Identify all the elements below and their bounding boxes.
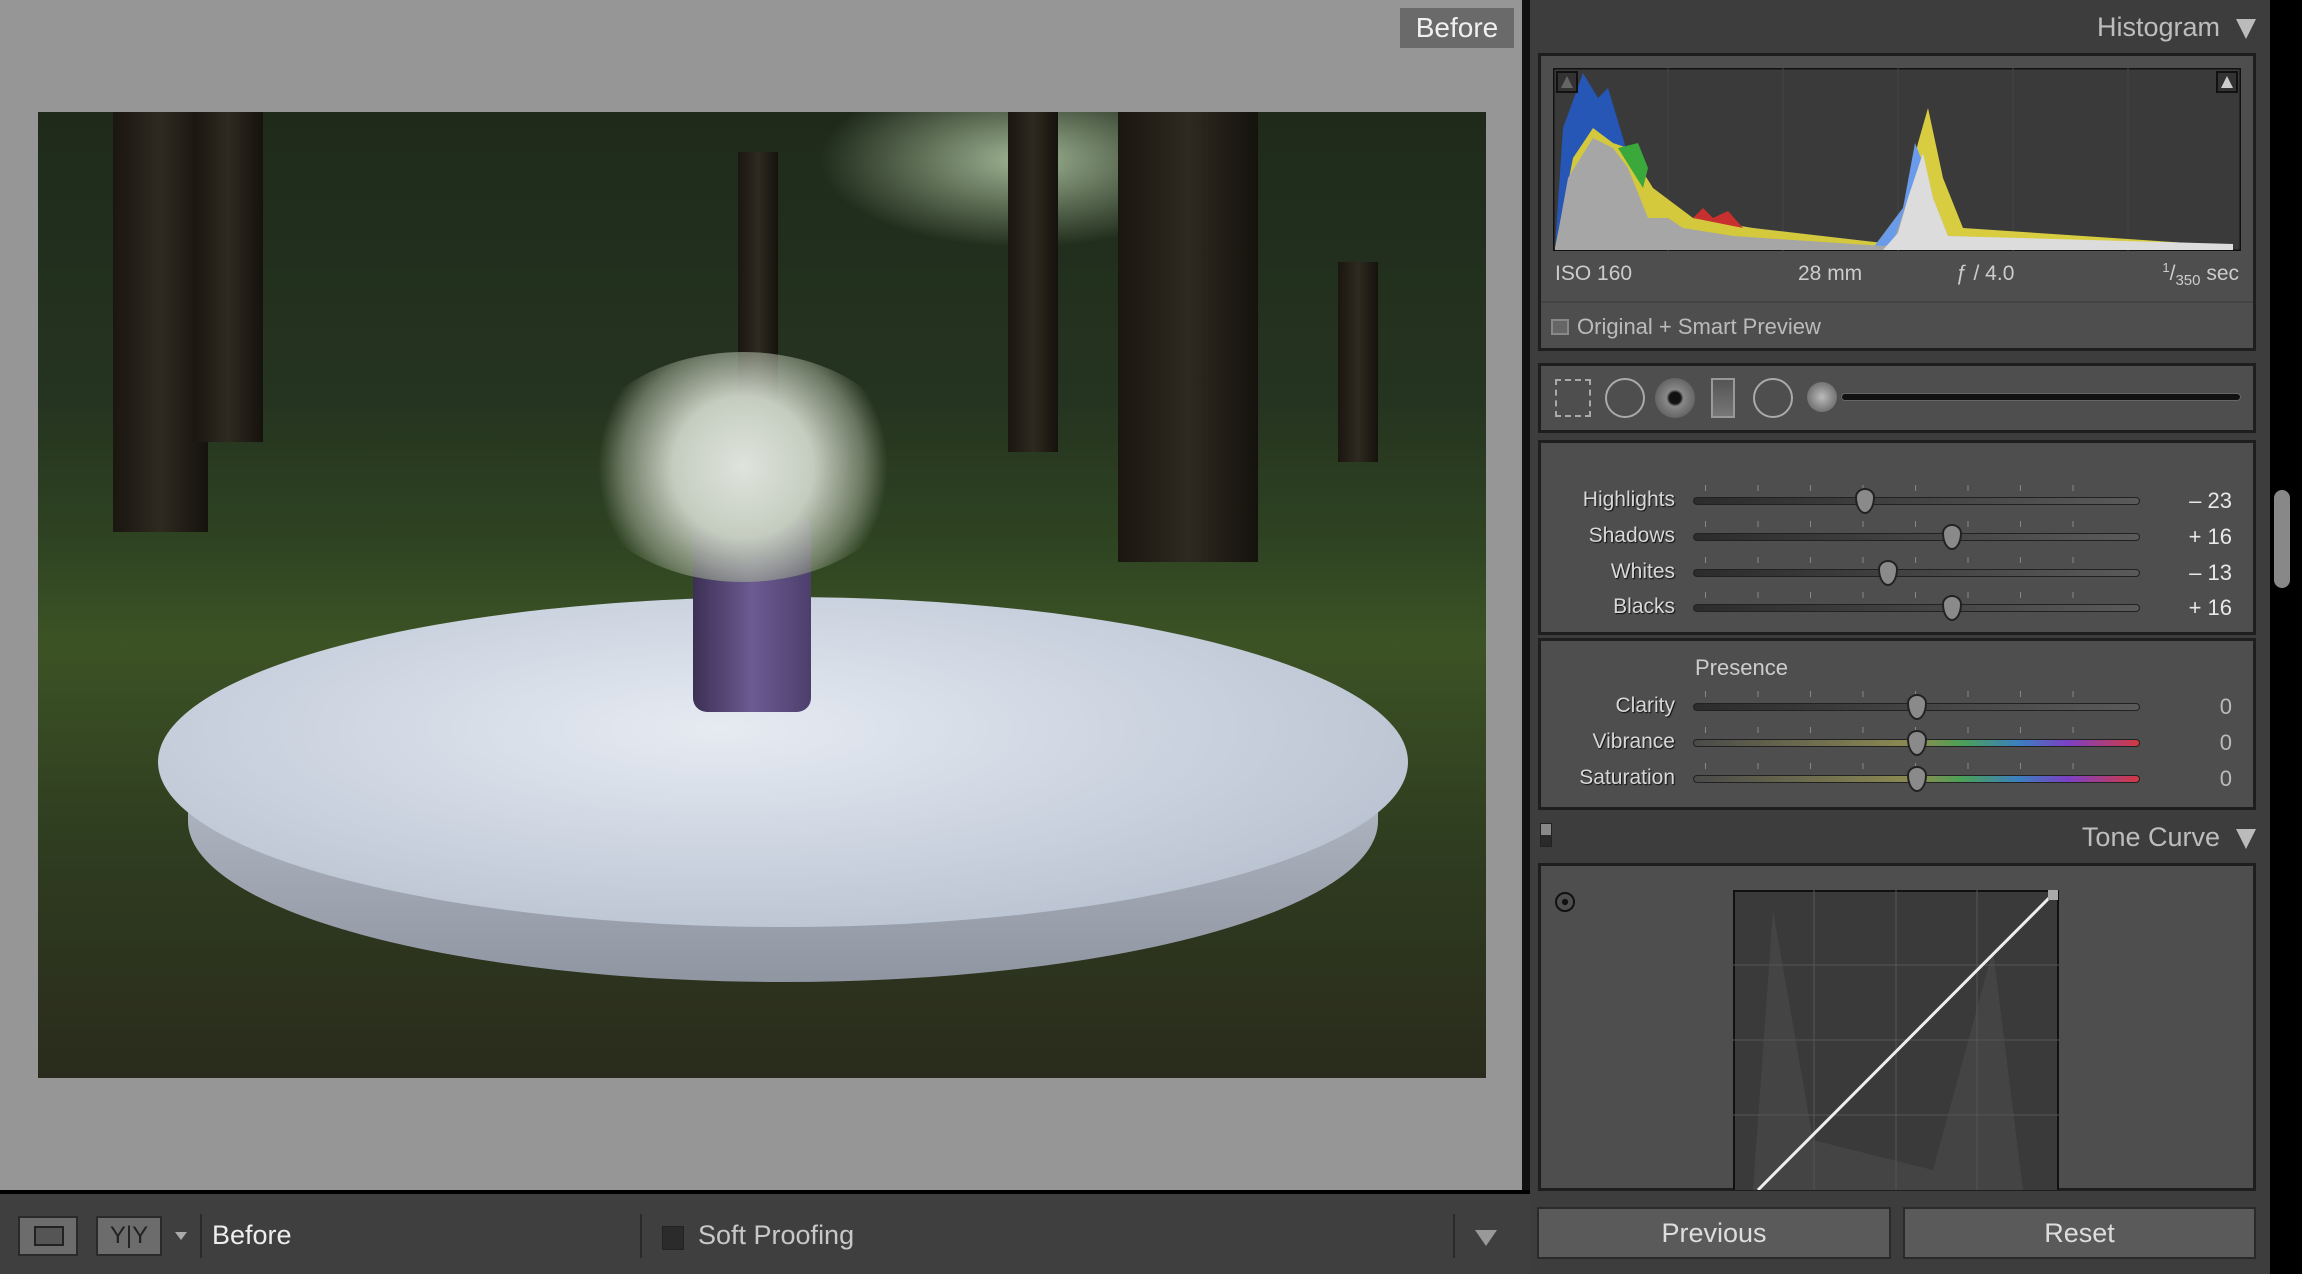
view-mode-label: Before [212, 1220, 292, 1250]
scrollbar-thumb[interactable] [2274, 490, 2290, 588]
slider-ticks [1705, 592, 2125, 598]
blacks-value[interactable]: + 16 [2152, 595, 2232, 621]
slider-ticks [1705, 557, 2125, 563]
saturation-label: Saturation [1579, 766, 1675, 789]
toolbar-menu-chevron-icon[interactable] [1475, 1230, 1497, 1246]
saturation-slider[interactable] [1693, 766, 2140, 792]
shadows-label: Shadows [1588, 524, 1675, 547]
develop-panel: Histogram ISO 160 28 mm ƒ / 4.0 1/350 se… [1530, 0, 2270, 1274]
shutter-readout: 1/350 sec [2162, 260, 2239, 290]
soft-proofing-label[interactable]: Soft Proofing [698, 1220, 854, 1251]
crop-overlay-icon[interactable] [1555, 379, 1591, 417]
whites-slider[interactable] [1693, 560, 2140, 586]
tone-curve-toggle[interactable] [1540, 823, 1552, 847]
panel-scrollbar[interactable] [2270, 0, 2302, 1274]
histogram-header[interactable]: Histogram [2097, 12, 2256, 43]
divider [200, 1214, 202, 1258]
photo-preview[interactable] [38, 112, 1486, 1078]
tone-curve-header[interactable]: Tone Curve [2082, 822, 2256, 853]
shadows-value[interactable]: + 16 [2152, 524, 2232, 550]
presence-title: Presence [1695, 655, 1788, 680]
whites-label: Whites [1610, 560, 1675, 583]
graduated-filter-icon[interactable] [1711, 378, 1735, 418]
blacks-slider[interactable] [1693, 595, 2140, 621]
saturation-value[interactable]: 0 [2152, 766, 2232, 792]
collapse-triangle-icon[interactable] [2236, 828, 2256, 849]
blacks-label: Blacks [1613, 595, 1675, 618]
highlights-label: Highlights [1582, 488, 1675, 511]
smart-preview-status[interactable]: Original + Smart Preview [1577, 314, 1821, 340]
clarity-value[interactable]: 0 [2152, 694, 2232, 720]
histogram-title: Histogram [2096, 12, 2220, 42]
loupe-view-button[interactable] [18, 1216, 78, 1256]
slider-ticks [1705, 521, 2125, 527]
adjustment-brush-icon[interactable] [1807, 382, 1837, 412]
iso-readout: ISO 160 [1555, 262, 1633, 285]
highlights-value[interactable]: – 23 [2152, 488, 2232, 514]
vibrance-label: Vibrance [1592, 730, 1675, 753]
reset-button[interactable]: Reset [1903, 1207, 2256, 1259]
soft-proofing-checkbox[interactable] [662, 1226, 684, 1250]
spot-removal-icon[interactable] [1605, 378, 1645, 418]
brush-size-slider[interactable] [1841, 393, 2241, 401]
shadows-slider[interactable] [1693, 524, 2140, 550]
image-viewer[interactable]: Before [0, 0, 1522, 1190]
target-adjust-icon[interactable] [1555, 892, 1575, 912]
vibrance-slider[interactable] [1693, 730, 2140, 756]
smart-preview-icon[interactable] [1551, 319, 1569, 335]
tone-curve-graph[interactable] [1733, 890, 2059, 1190]
divider [1453, 1214, 1455, 1258]
radial-filter-icon[interactable] [1753, 378, 1793, 418]
slider-ticks [1705, 485, 2125, 491]
histogram-graph[interactable] [1553, 68, 2241, 251]
bottom-toolbar: Y|Y Before Soft Proofing [0, 1190, 1530, 1274]
divider [640, 1214, 642, 1258]
before-after-button[interactable]: Y|Y [96, 1216, 162, 1256]
red-eye-icon[interactable] [1655, 378, 1695, 418]
curve-point-handle [2048, 890, 2058, 900]
histogram-panel: ISO 160 28 mm ƒ / 4.0 1/350 sec Original… [1538, 53, 2256, 351]
aperture-readout: ƒ / 4.0 [1956, 262, 2015, 285]
flowers [578, 352, 908, 582]
collapse-triangle-icon[interactable] [2236, 18, 2256, 39]
highlights-slider[interactable] [1693, 488, 2140, 514]
chevron-down-icon[interactable] [175, 1232, 187, 1240]
tool-strip [1538, 363, 2256, 433]
previous-button[interactable]: Previous [1537, 1207, 1891, 1259]
tone-curve-title: Tone Curve [2081, 822, 2220, 852]
whites-value[interactable]: – 13 [2152, 560, 2232, 586]
vibrance-value[interactable]: 0 [2152, 730, 2232, 756]
clarity-slider[interactable] [1693, 694, 2140, 720]
tone-curve-panel [1538, 863, 2256, 1191]
focal-length-readout: 28 mm [1798, 262, 1863, 285]
before-label: Before [1400, 8, 1514, 48]
clarity-label: Clarity [1615, 694, 1675, 717]
